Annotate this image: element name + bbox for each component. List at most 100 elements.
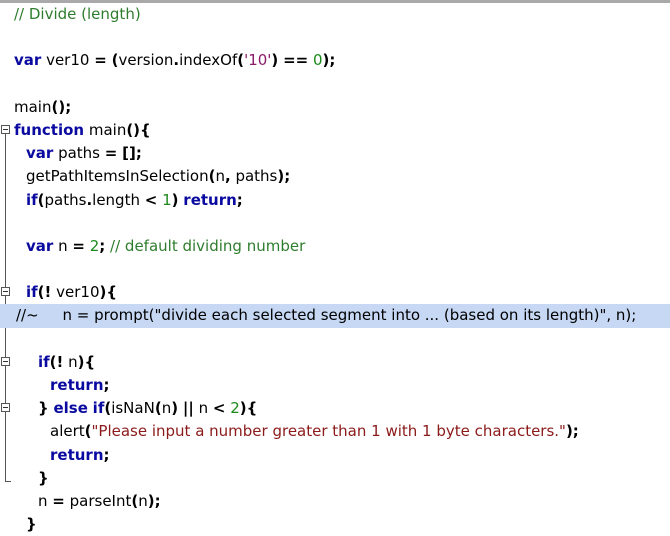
code-line[interactable] — [0, 212, 670, 235]
code-text: var paths = []; — [26, 142, 142, 165]
code-token: 0 — [312, 51, 323, 70]
code-line[interactable]: } — [0, 513, 670, 536]
code-token: n — [53, 236, 73, 255]
code-line[interactable]: alert("Please input a number greater tha… — [0, 420, 670, 443]
code-text: if(! ver10){ — [26, 281, 117, 304]
code-line[interactable]: // Divide (length) — [0, 3, 670, 26]
code-token: ; — [236, 190, 243, 209]
code-line[interactable]: return; — [0, 374, 670, 397]
code-line[interactable]: getPathItemsInSelection(n, paths); — [0, 165, 670, 188]
code-line[interactable]: var n = 2; // default dividing number — [0, 235, 670, 258]
code-line[interactable] — [0, 258, 670, 281]
code-line[interactable]: main(); — [0, 96, 670, 119]
code-token: } — [38, 399, 49, 418]
code-text: } — [38, 467, 49, 490]
code-text: if(paths.length < 1) return; — [26, 189, 243, 212]
code-line[interactable] — [0, 328, 670, 351]
code-token: if — [26, 190, 38, 209]
code-token: paths — [230, 167, 278, 186]
code-token: n — [193, 399, 213, 418]
code-token: (! — [49, 352, 64, 371]
code-token: || — [182, 399, 194, 418]
code-token: ver10 — [51, 283, 100, 302]
code-line[interactable]: var paths = []; — [0, 142, 670, 165]
code-line[interactable]: if(! ver10){ — [0, 281, 670, 304]
code-text: if(! n){ — [38, 351, 95, 374]
code-line[interactable] — [0, 26, 670, 49]
code-token: []; — [122, 144, 142, 163]
code-token: return — [183, 190, 237, 209]
code-token: "Please input a number greater than 1 wi… — [91, 422, 566, 441]
code-token: ; — [103, 376, 110, 394]
code-token: if — [38, 352, 50, 371]
code-token: length — [92, 190, 145, 209]
code-token: return — [50, 376, 104, 394]
code-token: ); — [147, 491, 161, 510]
code-token: ; — [103, 445, 110, 464]
fold-toggle-icon[interactable] — [1, 124, 10, 134]
code-token: n — [161, 399, 172, 418]
code-token: ){ — [77, 352, 96, 371]
code-token: ) — [171, 190, 179, 209]
code-token: //~ n = prompt("divide each selected seg… — [16, 306, 637, 325]
code-token: getPathItemsInSelection — [26, 167, 209, 186]
code-token: indexOf — [179, 51, 238, 70]
code-token: return — [50, 445, 104, 464]
code-editor[interactable]: // Divide (length) var ver10 = (version.i… — [0, 0, 670, 533]
code-token: ( — [154, 399, 162, 418]
code-token: == — [283, 51, 309, 70]
code-token: // default dividing number — [110, 236, 306, 255]
code-token: var — [26, 236, 54, 255]
code-line[interactable]: } else if(isNaN(n) || n < 2){ — [0, 397, 670, 420]
code-token: } — [26, 515, 37, 534]
code-token: ){ — [239, 399, 258, 418]
code-token: n — [38, 491, 53, 510]
code-token: n — [63, 352, 78, 371]
fold-toggle-icon[interactable] — [1, 403, 10, 413]
code-token: main — [84, 120, 127, 139]
code-line[interactable]: if(! n){ — [0, 351, 670, 374]
code-text: } — [26, 513, 37, 536]
code-token: // Divide (length) — [14, 5, 141, 23]
code-token: 1 — [162, 190, 172, 209]
code-text: } else if(isNaN(n) || n < 2){ — [38, 397, 257, 420]
code-token: var — [26, 144, 54, 163]
code-token: ( — [131, 491, 139, 510]
code-text: return; — [50, 374, 110, 397]
code-text: var n = 2; // default dividing number — [26, 235, 305, 258]
fold-toggle-icon[interactable] — [1, 287, 10, 297]
code-text: function main(){ — [14, 119, 151, 142]
code-token: ); — [565, 422, 579, 441]
code-line[interactable]: n = parseInt(n); — [0, 490, 670, 513]
code-token: version — [118, 51, 174, 70]
code-token: = — [94, 51, 107, 70]
code-token: isNaN — [111, 399, 155, 418]
code-token: = — [72, 236, 85, 255]
code-token: < — [144, 190, 158, 209]
code-line[interactable]: } — [0, 467, 670, 490]
code-token: main — [14, 97, 52, 116]
code-line[interactable]: var ver10 = (version.indexOf('10') == 0)… — [0, 49, 670, 72]
code-token: if — [26, 283, 38, 302]
code-token: ( — [84, 422, 92, 441]
code-token: ){ — [99, 283, 118, 302]
selected-code-line[interactable]: //~ n = prompt("divide each selected seg… — [0, 304, 670, 328]
code-text: n = parseInt(n); — [38, 490, 161, 513]
code-token: n — [215, 167, 225, 186]
fold-toggle-icon[interactable] — [1, 356, 10, 366]
code-line[interactable]: if(paths.length < 1) return; — [0, 189, 670, 212]
code-token: ); — [277, 167, 291, 186]
code-token: n — [138, 491, 148, 510]
code-token: < — [212, 399, 226, 418]
code-token: '10' — [244, 51, 272, 70]
code-line[interactable]: function main(){ — [0, 119, 670, 142]
code-line[interactable] — [0, 73, 670, 96]
code-token: parseInt — [64, 491, 132, 510]
code-lines[interactable]: // Divide (length) var ver10 = (version.i… — [0, 3, 670, 536]
code-token: } — [38, 468, 49, 487]
code-token: 2 — [89, 236, 100, 255]
code-line[interactable]: return; — [0, 444, 670, 467]
code-token: alert — [50, 422, 85, 441]
code-text: return; — [50, 444, 110, 467]
code-text: alert("Please input a number greater tha… — [50, 420, 579, 443]
